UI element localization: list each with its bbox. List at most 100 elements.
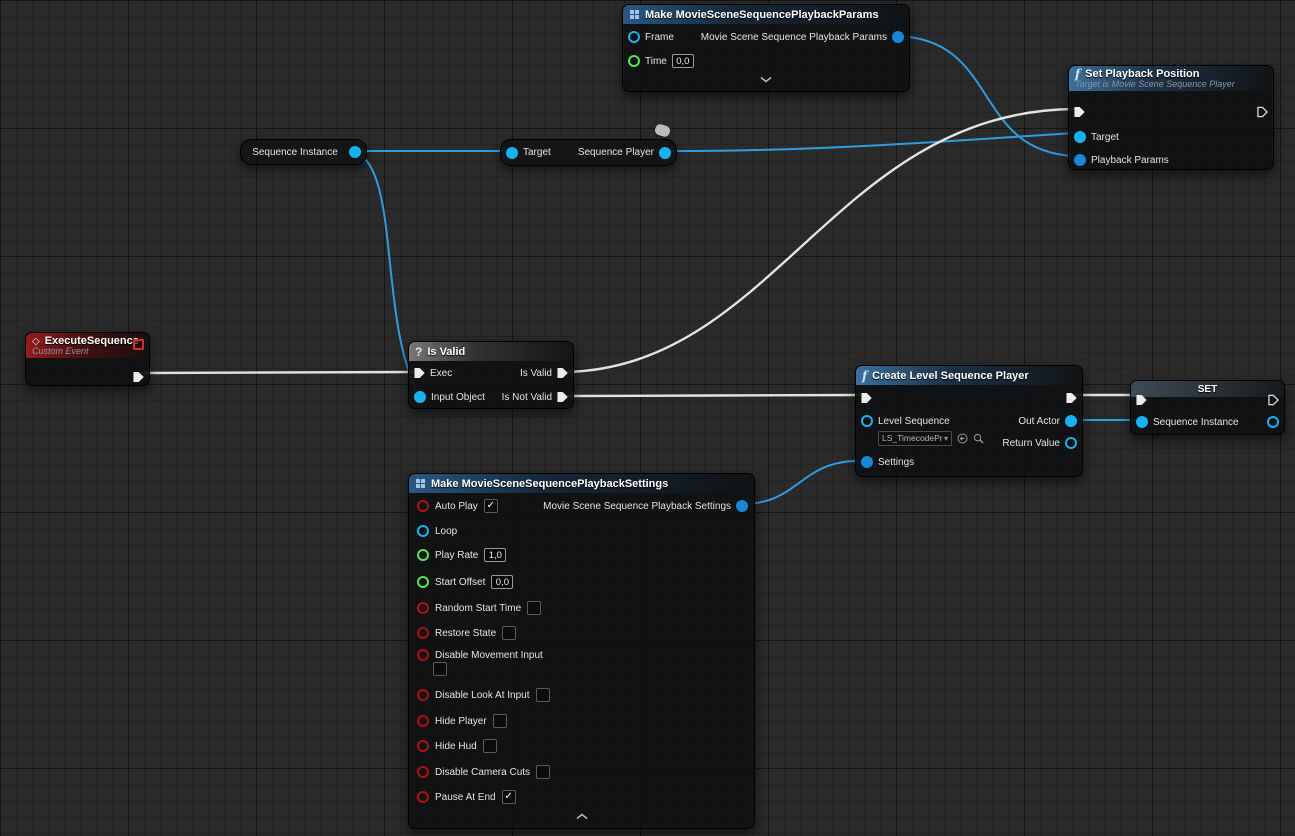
pin-disable-movement-input[interactable] (417, 649, 429, 661)
pin-sequence-instance-input[interactable] (1136, 416, 1148, 428)
node-header[interactable]: Make MovieSceneSequencePlaybackSettings (409, 474, 754, 493)
pin-frame-input[interactable] (628, 31, 640, 43)
pin-target-input[interactable] (1074, 131, 1086, 143)
node-title: Create Level Sequence Player (872, 370, 1029, 382)
pin-disable-camera-cuts-label: Disable Camera Cuts (435, 767, 530, 778)
random-start-time-checkbox[interactable] (527, 601, 541, 615)
pin-sequence-instance-output[interactable] (349, 146, 361, 158)
pin-is-not-valid-label: Is Not Valid (502, 392, 552, 403)
pin-pause-at-end-label: Pause At End (435, 792, 496, 803)
chevron-down-icon: ▾ (944, 434, 948, 443)
exec-in-pin[interactable] (414, 367, 425, 379)
pin-loop[interactable] (417, 525, 429, 537)
pin-restore-state[interactable] (417, 627, 429, 639)
disable-look-at-input-checkbox[interactable] (536, 688, 550, 702)
use-selected-asset-icon[interactable] (957, 433, 968, 444)
pin-params-output[interactable] (892, 31, 904, 43)
pin-play-rate[interactable] (417, 549, 429, 561)
node-make-playback-params[interactable]: Make MovieSceneSequencePlaybackParams Fr… (622, 4, 910, 92)
node-set-playback-position[interactable]: f Set Playback Position Target is Movie … (1068, 65, 1274, 170)
disable-camera-cuts-checkbox[interactable] (536, 765, 550, 779)
pin-play-rate-label: Play Rate (435, 550, 478, 561)
play-rate-input[interactable]: 1,0 (484, 548, 506, 562)
node-is-valid[interactable]: ? Is Valid Exec Is Valid Input Object Is… (408, 341, 574, 409)
node-header[interactable]: f Set Playback Position Target is Movie … (1069, 66, 1273, 91)
pin-playback-params-input[interactable] (1074, 154, 1086, 166)
exec-in-pin[interactable] (1074, 106, 1085, 118)
pin-sequence-instance-output[interactable] (1267, 416, 1279, 428)
pin-target-label: Target (523, 147, 551, 158)
node-header[interactable]: ◇ ExecuteSequence Custom Event (26, 333, 149, 358)
pin-input-object[interactable] (414, 391, 426, 403)
pin-exec-label: Exec (430, 368, 452, 379)
node-create-level-sequence-player[interactable]: f Create Level Sequence Player Level Seq… (855, 365, 1083, 477)
pin-auto-play[interactable] (417, 500, 429, 512)
pin-target-label: Target (1091, 132, 1119, 143)
disable-movement-input-checkbox[interactable] (433, 662, 447, 676)
start-offset-input[interactable]: 0,0 (491, 575, 513, 589)
event-icon: ◇ (32, 336, 40, 347)
pin-random-start-time[interactable] (417, 602, 429, 614)
node-title: Make MovieSceneSequencePlaybackParams (645, 9, 879, 21)
pin-sequence-instance-label: Sequence Instance (1153, 417, 1239, 428)
pin-settings-input[interactable] (861, 456, 873, 468)
node-header[interactable]: ? Is Valid (409, 342, 573, 361)
wire-sequence-player-to-target (657, 133, 1074, 151)
asset-picker-dropdown[interactable]: LS_TimecodePr ▾ (878, 431, 952, 446)
node-subtitle: Target is Movie Scene Sequence Player (1075, 79, 1235, 89)
hide-player-checkbox[interactable] (493, 714, 507, 728)
make-struct-icon (629, 9, 640, 20)
exec-out-pin[interactable] (1268, 394, 1279, 406)
pin-pause-at-end[interactable] (417, 791, 429, 803)
pin-restore-state-label: Restore State (435, 628, 496, 639)
pin-loop-label: Loop (435, 526, 457, 537)
node-header[interactable]: f Create Level Sequence Player (856, 366, 1082, 385)
pin-target-input[interactable] (506, 147, 518, 159)
pin-sequence-player-label: Sequence Player (578, 147, 654, 158)
exec-is-not-valid-pin[interactable] (557, 391, 568, 403)
node-make-playback-settings[interactable]: Make MovieSceneSequencePlaybackSettings … (408, 473, 755, 829)
time-value-input[interactable]: 0,0 (672, 54, 694, 68)
pin-time-input[interactable] (628, 55, 640, 67)
pin-disable-look-at-input-label: Disable Look At Input (435, 690, 530, 701)
exec-is-valid-pin[interactable] (557, 367, 568, 379)
node-subtitle: Custom Event (32, 346, 89, 356)
pin-is-valid-label: Is Valid (520, 368, 552, 379)
pin-disable-look-at-input[interactable] (417, 689, 429, 701)
exec-out-pin[interactable] (1257, 106, 1268, 118)
node-get-sequence-player[interactable]: Target Sequence Player (500, 139, 677, 166)
pin-random-start-time-label: Random Start Time (435, 603, 521, 614)
pin-settings-output[interactable] (736, 500, 748, 512)
pin-settings-label: Settings (878, 457, 914, 468)
wire-isnotvalid-to-create (566, 395, 860, 396)
node-header[interactable]: Make MovieSceneSequencePlaybackParams (623, 5, 909, 24)
pause-at-end-checkbox[interactable] (502, 790, 516, 804)
pin-return-value-output[interactable] (1065, 437, 1077, 449)
pin-level-sequence-input[interactable] (861, 415, 873, 427)
pin-out-actor-output[interactable] (1065, 415, 1077, 427)
auto-play-checkbox[interactable] (484, 499, 498, 513)
blueprint-graph[interactable]: Make MovieSceneSequencePlaybackParams Fr… (0, 0, 1295, 836)
exec-out-pin[interactable] (133, 371, 144, 383)
exec-in-pin[interactable] (1136, 394, 1147, 406)
pin-hide-hud[interactable] (417, 740, 429, 752)
hide-hud-checkbox[interactable] (483, 739, 497, 753)
browse-asset-icon[interactable] (973, 433, 984, 444)
pin-return-value-label: Return Value (1002, 438, 1060, 449)
chevron-up-icon[interactable] (576, 807, 588, 825)
pin-frame-label: Frame (645, 32, 674, 43)
function-icon: f (862, 371, 867, 381)
restore-state-checkbox[interactable] (502, 626, 516, 640)
node-set-sequence-instance[interactable]: SET Sequence Instance (1130, 380, 1285, 435)
pin-disable-camera-cuts[interactable] (417, 766, 429, 778)
pin-sequence-player-output[interactable] (659, 147, 671, 159)
exec-out-pin[interactable] (1066, 392, 1077, 404)
pin-start-offset[interactable] (417, 576, 429, 588)
node-get-sequence-instance[interactable]: Sequence Instance (240, 139, 367, 165)
chevron-down-icon[interactable] (760, 70, 772, 88)
pin-level-sequence-label: Level Sequence (878, 416, 950, 427)
node-execute-sequence-event[interactable]: ◇ ExecuteSequence Custom Event (25, 332, 150, 386)
pin-hide-player[interactable] (417, 715, 429, 727)
exec-in-pin[interactable] (861, 392, 872, 404)
delegate-pin[interactable] (133, 339, 144, 350)
